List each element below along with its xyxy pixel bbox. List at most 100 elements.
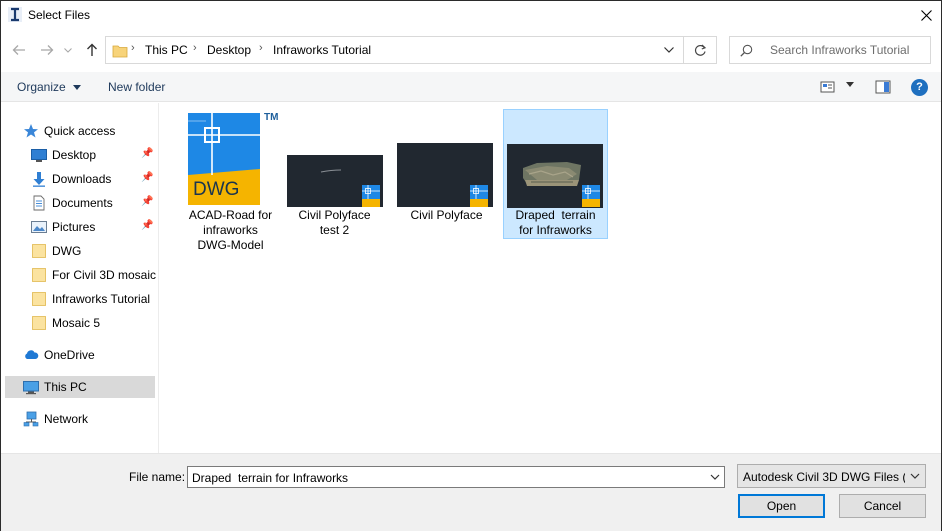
file-item-acad-road[interactable]: DWG TM ACAD-Road for infraworks DWG-Mode… [178,110,283,252]
address-bar[interactable]: › This PC › Desktop › Infraworks Tutoria… [105,36,684,64]
preview-pane-icon[interactable] [875,80,891,94]
close-button[interactable] [911,1,941,29]
sidebar-item-downloads[interactable]: Downloads 📌 [5,168,155,190]
network-icon [23,411,39,427]
open-button[interactable]: Open [738,494,825,518]
pin-icon: 📌 [141,148,154,159]
file-item-civil-polyface[interactable]: Civil Polyface [394,110,499,240]
nav-this-pc-label: This PC [44,380,87,394]
help-icon[interactable]: ? [911,79,928,96]
folder-icon [112,45,128,58]
nav-quick-access[interactable]: Quick access [5,120,155,142]
sidebar-item-desktop[interactable]: Desktop 📌 [5,144,155,166]
forward-button[interactable] [36,39,58,61]
file-name-line: Draped terrain [515,208,596,222]
folder-icon [32,268,46,282]
nav-quick-access-label: Quick access [44,124,116,138]
file-name-line: infraworks [203,223,258,237]
file-type-value: Autodesk Civil 3D DWG Files (*. [743,470,905,484]
view-dropdown-icon[interactable] [846,82,854,87]
select-files-dialog: Select Files › This PC › Desktop › Infra… [0,0,942,531]
sidebar-item-dwg[interactable]: DWG [5,240,155,262]
search-icon [740,44,753,57]
sidebar-item-for-civil-3d-mosaic[interactable]: For Civil 3D mosaic [5,264,157,286]
chevron-down-icon[interactable] [708,469,722,485]
back-button[interactable] [8,39,30,61]
sidebar-item-infraworks-tutorial[interactable]: Infraworks Tutorial [5,288,155,310]
computer-icon [23,381,39,395]
sidebar-item-label: Pictures [52,220,96,234]
cloud-icon [25,350,39,359]
file-name-line: test 2 [319,223,350,237]
refresh-button[interactable] [684,36,717,64]
organize-label: Organize [17,80,66,94]
file-name-field-label: File name: [129,470,186,484]
folder-icon [32,244,46,258]
sidebar-item-mosaic-5[interactable]: Mosaic 5 [5,312,155,334]
file-name-label: Civil Polyface test 2 [282,208,387,238]
desktop-icon [31,149,47,162]
dwg-badge-icon [470,185,488,207]
search-input[interactable]: Search Infraworks Tutorial [770,43,909,57]
pin-icon: 📌 [141,220,154,231]
sidebar-item-label: Mosaic 5 [52,316,101,330]
file-name-label: Civil Polyface [394,208,499,223]
breadcrumb-infraworks-tutorial[interactable]: Infraworks Tutorial [273,43,371,57]
file-name-label: ACAD-Road for infraworks DWG-Model [178,208,283,253]
address-history-dropdown[interactable] [655,37,683,63]
file-name-field-value: Draped terrain for Infraworks [192,471,349,485]
download-icon [33,172,45,187]
pictures-icon [31,221,47,233]
sidebar-item-pictures[interactable]: Pictures 📌 [5,216,155,238]
navigation-pane: Quick access Desktop 📌 Downloads 📌 Docum… [1,103,158,453]
folder-icon [32,316,46,330]
window-title: Select Files [28,8,91,22]
file-name-line: Civil Polyface [410,208,483,222]
breadcrumb-this-pc[interactable]: This PC [145,43,188,57]
sidebar-item-label: For Civil 3D mosaic [52,268,157,282]
breadcrumb-separator: › [259,42,263,54]
arrow-up-icon [87,43,97,56]
organize-menu[interactable]: Organize [17,80,82,94]
breadcrumb-desktop[interactable]: Desktop [207,43,251,57]
file-name-line: ACAD-Road for [188,208,273,222]
file-name-field[interactable]: Draped terrain for Infraworks [187,466,725,488]
command-bar: Organize New folder ? [1,72,941,102]
sidebar-item-documents[interactable]: Documents 📌 [5,192,155,214]
close-icon [920,9,932,21]
dwg-icon-text: DWG [193,179,240,200]
change-view-icon[interactable] [820,80,836,94]
autodesk-app-icon [8,7,22,22]
sidebar-item-label: Documents [52,196,113,210]
sidebar-item-label: Downloads [52,172,112,186]
file-name-line: for Infraworks [519,223,592,237]
breadcrumb-separator: › [193,42,197,54]
star-icon [24,124,38,138]
breadcrumb-separator: › [131,42,135,54]
cancel-button[interactable]: Cancel [839,494,926,518]
recent-locations-button[interactable] [61,39,75,61]
dialog-footer: File name: Draped terrain for Infraworks… [1,453,941,531]
title-bar: Select Files [1,1,941,29]
nav-this-pc[interactable]: This PC [5,376,155,398]
arrow-right-icon [41,45,54,55]
chevron-down-icon [64,47,72,53]
new-folder-button[interactable]: New folder [108,80,165,94]
dwg-badge-icon [582,185,600,207]
file-name-label: Draped terrain for Infraworks [504,208,607,238]
dwg-icon-trademark: TM [264,112,279,123]
sidebar-item-label: Infraworks Tutorial [52,292,151,306]
chevron-down-icon [664,47,674,53]
nav-onedrive[interactable]: OneDrive [5,344,155,366]
sidebar-item-label: Desktop [52,148,97,162]
file-item-draped-terrain[interactable]: Draped terrain for Infraworks [503,109,608,239]
sidebar-item-label: DWG [52,244,82,258]
nav-network[interactable]: Network [5,408,155,430]
dropdown-arrow-icon [73,85,82,91]
search-box[interactable]: Search Infraworks Tutorial [729,36,931,64]
file-item-civil-polyface-test-2[interactable]: Civil Polyface test 2 [282,110,387,240]
up-button[interactable] [81,39,103,61]
file-name-line: Civil Polyface [298,208,371,222]
file-type-select[interactable]: Autodesk Civil 3D DWG Files (*. [737,464,926,488]
refresh-icon [694,44,706,56]
